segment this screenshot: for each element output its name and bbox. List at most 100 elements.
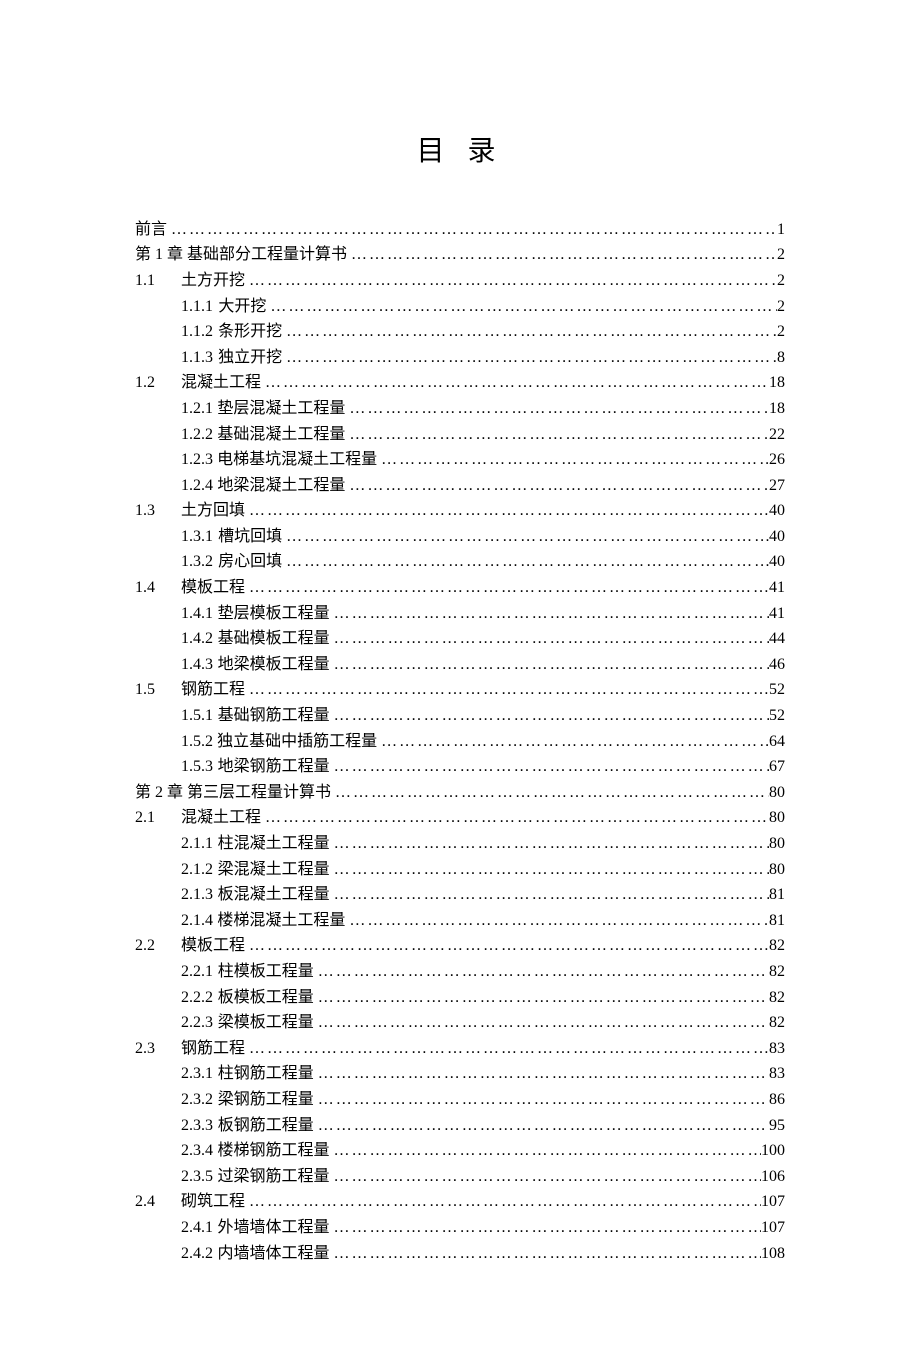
toc-entry: 2.1.3板混凝土工程量81 [135, 882, 785, 908]
toc-entry: 1.5.2独立基础中插筋工程量64 [135, 729, 785, 755]
toc-entry-page: 64 [769, 729, 785, 755]
toc-entry: 2.2模板工程82 [135, 933, 785, 959]
toc-entry: 2.2.2板模板工程量82 [135, 985, 785, 1011]
toc-entry-label: 大开挖 [218, 294, 266, 320]
toc-entry-page: 80 [769, 857, 785, 883]
toc-entry-label: 楼梯混凝土工程量 [217, 908, 345, 934]
toc-entry-number: 1.1.3 [181, 345, 213, 371]
toc-entry-page: 1 [777, 217, 785, 243]
toc-entry-page: 2 [777, 242, 785, 268]
toc-leader-dots [282, 549, 769, 575]
toc-entry-page: 8 [777, 345, 785, 371]
toc-entry: 1.3.1槽坑回填40 [135, 524, 785, 550]
toc-entry-label: 独立基础中插筋工程量 [217, 729, 377, 755]
toc-entry-label: 第 1 章 基础部分工程量计算书 [135, 242, 347, 268]
toc-entry-label: 第 2 章 第三层工程量计算书 [135, 780, 331, 806]
toc-entry-label: 过梁钢筋工程量 [217, 1164, 329, 1190]
toc-entry-label: 槽坑回填 [218, 524, 282, 550]
document-page: 目 录 前言1第 1 章 基础部分工程量计算书21.1土方开挖21.1.1大开挖… [0, 0, 920, 1346]
toc-entry-number: 1.2 [135, 370, 181, 396]
toc-entry-label: 板钢筋工程量 [218, 1113, 314, 1139]
toc-entry-number: 1.5.3 [181, 754, 213, 780]
toc-entry-page: 18 [769, 370, 785, 396]
toc-entry: 2.3.2梁钢筋工程量86 [135, 1087, 785, 1113]
toc-entry-label: 梁钢筋工程量 [218, 1087, 314, 1113]
toc-entry: 第 2 章 第三层工程量计算书80 [135, 780, 785, 806]
toc-leader-dots [345, 422, 769, 448]
toc-entry-page: 108 [761, 1241, 785, 1267]
toc-entry: 2.4砌筑工程107 [135, 1189, 785, 1215]
toc-entry: 1.1.1大开挖2 [135, 294, 785, 320]
toc-entry-number: 1.4.3 [181, 652, 213, 678]
toc-entry-label: 垫层混凝土工程量 [217, 396, 345, 422]
toc-leader-dots [330, 601, 769, 627]
toc-entry-page: 67 [769, 754, 785, 780]
toc-entry-page: 27 [769, 473, 785, 499]
toc-entry-label: 外墙墙体工程量 [217, 1215, 329, 1241]
toc-entry-number: 1.4.2 [181, 626, 213, 652]
toc-entry: 2.3钢筋工程83 [135, 1036, 785, 1062]
toc-entry-number: 2.4.2 [181, 1241, 213, 1267]
toc-leader-dots [282, 524, 769, 550]
toc-entry: 2.2.3梁模板工程量82 [135, 1010, 785, 1036]
toc-entry-page: 22 [769, 422, 785, 448]
toc-entry-label: 模板工程 [181, 575, 245, 601]
toc-entry-label: 房心回填 [218, 549, 282, 575]
toc-entry: 1.2.2基础混凝土工程量22 [135, 422, 785, 448]
toc-leader-dots [261, 370, 769, 396]
toc-leader-dots [314, 1061, 769, 1087]
toc-entry-number: 2.4.1 [181, 1215, 213, 1241]
toc-entry: 1.5.3地梁钢筋工程量 67 [135, 754, 785, 780]
toc-entry-page: 40 [769, 524, 785, 550]
toc-entry-number: 2.3.4 [181, 1138, 213, 1164]
toc-entry-number: 2.3.1 [181, 1061, 213, 1087]
toc-leader-dots [345, 908, 769, 934]
toc-entry-label: 基础钢筋工程量 [218, 703, 330, 729]
toc-entry-number: 2.2.1 [181, 959, 213, 985]
toc-leader-dots [314, 1010, 769, 1036]
toc-entry-number: 2.3.2 [181, 1087, 213, 1113]
toc-entry: 1.4.3地梁模板工程量46 [135, 652, 785, 678]
page-title: 目 录 [135, 129, 785, 169]
toc-entry-number: 2.4 [135, 1189, 181, 1215]
toc-leader-dots [245, 677, 769, 703]
toc-entry: 1.2.4地梁混凝土工程量27 [135, 473, 785, 499]
toc-entry-label: 地梁钢筋工程量 [218, 754, 330, 780]
toc-entry-label: 钢筋工程 [181, 677, 245, 703]
toc-entry-label: 条形开挖 [218, 319, 282, 345]
toc-entry-number: 1.3.2 [181, 549, 213, 575]
toc-entry-page: 106 [761, 1164, 785, 1190]
toc-leader-dots [330, 831, 769, 857]
toc-entry-label: 柱钢筋工程量 [218, 1061, 314, 1087]
toc-entry-number: 2.1.1 [181, 831, 213, 857]
toc-entry-number: 2.1 [135, 805, 181, 831]
table-of-contents: 前言1第 1 章 基础部分工程量计算书21.1土方开挖21.1.1大开挖21.1… [135, 217, 785, 1266]
toc-entry-label: 地梁模板工程量 [218, 652, 330, 678]
toc-leader-dots [245, 933, 769, 959]
toc-entry-number: 2.2.3 [181, 1010, 213, 1036]
toc-entry: 2.3.1柱钢筋工程量83 [135, 1061, 785, 1087]
toc-entry-label: 板混凝土工程量 [218, 882, 330, 908]
toc-leader-dots [314, 985, 769, 1011]
toc-leader-dots [266, 294, 777, 320]
toc-entry: 1.2混凝土工程18 [135, 370, 785, 396]
toc-entry-label: 基础模板工程量 [218, 626, 330, 652]
toc-entry-page: 81 [769, 882, 785, 908]
toc-leader-dots [330, 652, 769, 678]
toc-entry-number: 1.2.3 [181, 447, 213, 473]
toc-entry-number: 1.2.4 [181, 473, 213, 499]
toc-entry-page: 52 [769, 703, 785, 729]
toc-leader-dots [377, 447, 769, 473]
toc-entry-number: 1.2.2 [181, 422, 213, 448]
toc-entry: 1.3土方回填40 [135, 498, 785, 524]
toc-entry-label: 土方开挖 [181, 268, 245, 294]
toc-entry-page: 80 [769, 831, 785, 857]
toc-entry: 2.1.4楼梯混凝土工程量81 [135, 908, 785, 934]
toc-leader-dots [330, 703, 769, 729]
toc-entry-label: 柱模板工程量 [218, 959, 314, 985]
toc-entry: 1.1.3独立开挖8 [135, 345, 785, 371]
toc-leader-dots [282, 319, 777, 345]
toc-entry-number: 1.5 [135, 677, 181, 703]
toc-leader-dots [330, 626, 769, 652]
toc-entry: 2.3.3板钢筋工程量95 [135, 1113, 785, 1139]
